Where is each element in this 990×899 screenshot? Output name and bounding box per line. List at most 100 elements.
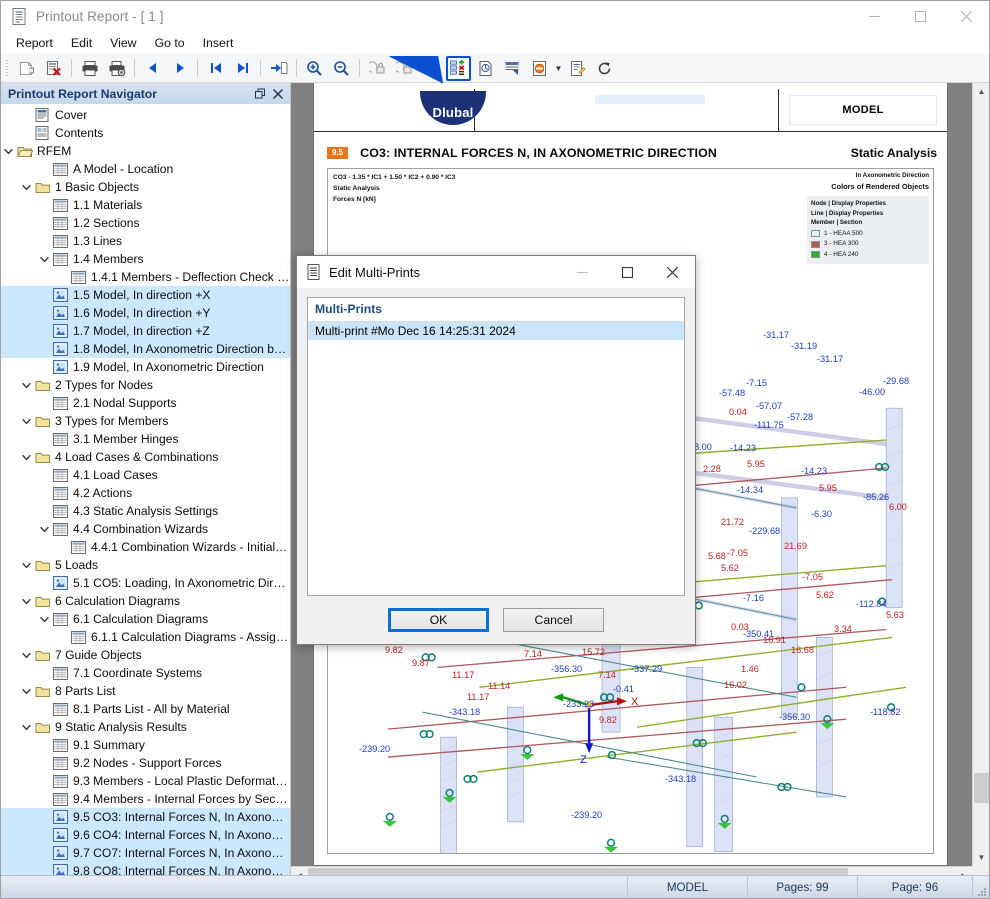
page-setup-icon[interactable] bbox=[473, 56, 498, 81]
minimize-button[interactable] bbox=[851, 1, 897, 32]
zoom-in-icon[interactable] bbox=[302, 56, 327, 81]
tree-item[interactable]: 1.3 Lines bbox=[1, 232, 290, 250]
vertical-scrollbar[interactable]: ▲ ▼ bbox=[972, 83, 989, 866]
tree-item[interactable]: 1.4.1 Members - Deflection Check - … bbox=[1, 268, 290, 286]
tree-item[interactable]: 9.7 CO7: Internal Forces N, In Axonom… bbox=[1, 844, 290, 862]
tree-item[interactable]: 2.1 Nodal Supports bbox=[1, 394, 290, 412]
tree-item[interactable]: 9 Static Analysis Results bbox=[1, 718, 290, 736]
dialog-minimize-button[interactable] bbox=[560, 256, 605, 288]
tree-item[interactable]: 9.1 Summary bbox=[1, 736, 290, 754]
tree-item[interactable]: 1.9 Model, In Axonometric Direction bbox=[1, 358, 290, 376]
tree-item[interactable]: A Model - Location bbox=[1, 160, 290, 178]
print-settings-icon[interactable] bbox=[104, 56, 129, 81]
tree-item[interactable]: 1 Basic Objects bbox=[1, 178, 290, 196]
tree-item[interactable]: 9.6 CO4: Internal Forces N, In Axonom… bbox=[1, 826, 290, 844]
tree-item[interactable]: 5.1 CO5: Loading, In Axonometric Direc… bbox=[1, 574, 290, 592]
edit-multi-prints-icon[interactable] bbox=[446, 55, 471, 81]
print-preview-icon[interactable] bbox=[14, 56, 39, 81]
tree-item[interactable]: 2 Types for Nodes bbox=[1, 376, 290, 394]
chevron-down-icon[interactable] bbox=[19, 682, 34, 700]
next-page-icon[interactable] bbox=[167, 56, 192, 81]
tree-item[interactable]: 4.4 Combination Wizards bbox=[1, 520, 290, 538]
tree-item[interactable]: 6.1 Calculation Diagrams bbox=[1, 610, 290, 628]
chevron-down-icon[interactable] bbox=[19, 376, 34, 394]
tree-item[interactable]: 1.6 Model, In direction +Y bbox=[1, 304, 290, 322]
menu-report[interactable]: Report bbox=[7, 33, 62, 53]
chevron-down-icon[interactable] bbox=[37, 610, 52, 628]
delete-report-icon[interactable] bbox=[41, 56, 66, 81]
dialog-maximize-button[interactable] bbox=[605, 256, 650, 288]
chevron-down-icon[interactable] bbox=[19, 646, 34, 664]
chevron-down-icon[interactable] bbox=[19, 178, 34, 196]
restore-icon[interactable] bbox=[252, 85, 269, 102]
tree-item[interactable]: 9.3 Members - Local Plastic Deformation… bbox=[1, 772, 290, 790]
first-page-icon[interactable] bbox=[203, 56, 228, 81]
navigator-tree[interactable]: Cover Contents RFEM A Model - Location 1 Bas… bbox=[1, 104, 290, 883]
tree-item[interactable]: 7.1 Coordinate Systems bbox=[1, 664, 290, 682]
chevron-down-icon[interactable] bbox=[19, 448, 34, 466]
goto-page-icon[interactable] bbox=[266, 56, 291, 81]
chevron-down-icon[interactable] bbox=[19, 592, 34, 610]
menu-edit[interactable]: Edit bbox=[62, 33, 101, 53]
tree-item[interactable]: 8.1 Parts List - All by Material bbox=[1, 700, 290, 718]
scroll-up-icon[interactable]: ▲ bbox=[973, 83, 989, 100]
chevron-down-icon[interactable] bbox=[19, 718, 34, 736]
tree-item[interactable]: RFEM bbox=[1, 142, 290, 160]
menu-insert[interactable]: Insert bbox=[194, 33, 243, 53]
tree-item[interactable]: 6 Calculation Diagrams bbox=[1, 592, 290, 610]
lock-all-icon[interactable] bbox=[419, 56, 444, 81]
cancel-button[interactable]: Cancel bbox=[503, 608, 604, 632]
chevron-down-icon[interactable] bbox=[37, 520, 52, 538]
previous-page-icon[interactable] bbox=[140, 56, 165, 81]
tree-item[interactable]: 1.2 Sections bbox=[1, 214, 290, 232]
close-icon[interactable] bbox=[269, 85, 286, 102]
tree-item[interactable]: Contents bbox=[1, 124, 290, 142]
chevron-down-icon[interactable]: ▼ bbox=[553, 56, 564, 81]
zoom-out-icon[interactable] bbox=[329, 56, 354, 81]
tree-item[interactable]: 1.4 Members bbox=[1, 250, 290, 268]
chevron-down-icon[interactable] bbox=[19, 412, 34, 430]
close-button[interactable] bbox=[943, 1, 989, 32]
tree-item[interactable]: 4.1 Load Cases bbox=[1, 466, 290, 484]
refresh-icon[interactable] bbox=[592, 56, 617, 81]
tree-item[interactable]: 4.4.1 Combination Wizards - Initial … bbox=[1, 538, 290, 556]
edit-note-icon[interactable] bbox=[565, 56, 590, 81]
tree-item[interactable]: 4 Load Cases & Combinations bbox=[1, 448, 290, 466]
chevron-down-icon[interactable] bbox=[19, 556, 34, 574]
chevron-down-icon[interactable] bbox=[1, 142, 16, 160]
export-icon[interactable] bbox=[527, 56, 552, 81]
tree-item[interactable]: 9.5 CO3: Internal Forces N, In Axonom… bbox=[1, 808, 290, 826]
tree-item[interactable]: 1.5 Model, In direction +X bbox=[1, 286, 290, 304]
tree-item[interactable]: 3.1 Member Hinges bbox=[1, 430, 290, 448]
toolbar-grip[interactable] bbox=[4, 58, 11, 78]
tree-item[interactable]: 9.2 Nodes - Support Forces bbox=[1, 754, 290, 772]
chevron-down-icon[interactable] bbox=[37, 250, 52, 268]
unlock-icon[interactable] bbox=[392, 56, 417, 81]
maximize-button[interactable] bbox=[897, 1, 943, 32]
tree-item[interactable]: 1.1 Materials bbox=[1, 196, 290, 214]
header-footer-icon[interactable] bbox=[500, 56, 525, 81]
tree-item[interactable]: Cover bbox=[1, 106, 290, 124]
print-icon[interactable] bbox=[77, 56, 102, 81]
list-item[interactable]: Multi-print #Mo Dec 16 14:25:31 2024 bbox=[308, 322, 684, 340]
dialog-close-button[interactable] bbox=[650, 256, 695, 288]
scroll-down-icon[interactable]: ▼ bbox=[973, 849, 989, 866]
tree-item[interactable]: 4.2 Actions bbox=[1, 484, 290, 502]
multi-prints-listbox[interactable]: Multi-Prints Multi-print #Mo Dec 16 14:2… bbox=[307, 297, 685, 596]
tree-item[interactable]: 5 Loads bbox=[1, 556, 290, 574]
tree-item[interactable]: 7 Guide Objects bbox=[1, 646, 290, 664]
tree-item[interactable]: 3 Types for Members bbox=[1, 412, 290, 430]
vscroll-thumb[interactable] bbox=[974, 773, 989, 803]
last-page-icon[interactable] bbox=[230, 56, 255, 81]
ok-button[interactable]: OK bbox=[388, 608, 489, 632]
tree-item[interactable]: 1.8 Model, In Axonometric Direction by … bbox=[1, 340, 290, 358]
lock-icon[interactable] bbox=[365, 56, 390, 81]
resize-grip[interactable] bbox=[973, 876, 989, 899]
tree-item[interactable]: 8 Parts List bbox=[1, 682, 290, 700]
menu-view[interactable]: View bbox=[101, 33, 145, 53]
tree-item[interactable]: 1.7 Model, In direction +Z bbox=[1, 322, 290, 340]
tree-item[interactable]: 4.3 Static Analysis Settings bbox=[1, 502, 290, 520]
tree-item[interactable]: 9.4 Members - Internal Forces by Section bbox=[1, 790, 290, 808]
tree-item[interactable]: 6.1.1 Calculation Diagrams - Assign… bbox=[1, 628, 290, 646]
menu-goto[interactable]: Go to bbox=[146, 33, 194, 53]
